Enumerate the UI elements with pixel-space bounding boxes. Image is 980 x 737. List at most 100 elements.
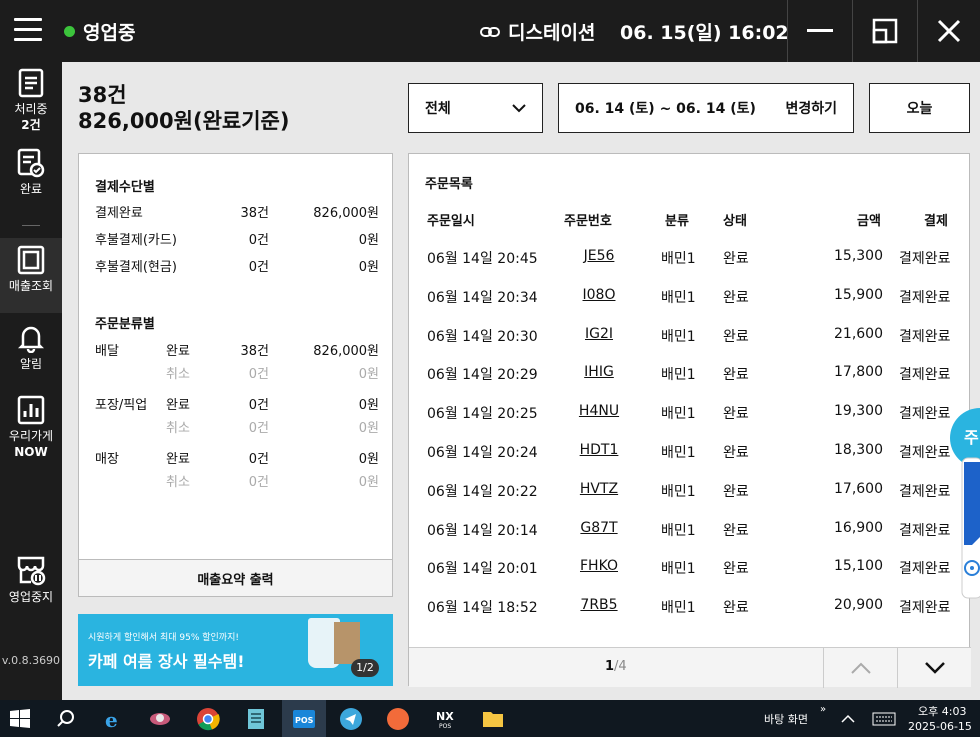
clock-date[interactable]: 2025-06-15	[908, 720, 972, 733]
sales-summary-panel: 결제수단별 결제완료 38건 826,000원 후불결제(카드) 0건 0원 후불결제(…	[78, 153, 393, 597]
pos-app-active[interactable]: POS	[282, 700, 326, 737]
sidebar-item-label: 매출조회	[8, 279, 54, 293]
chevron-double-right-icon[interactable]: »	[820, 704, 826, 715]
chevron-up-icon	[850, 662, 871, 674]
order-type: 배민1	[661, 522, 696, 539]
keyboard-icon[interactable]	[872, 712, 896, 726]
sidebar: 처리중 2건 완료 매출조회 알림 우리가게 NOW 영업중지 v.0.8.36…	[0, 62, 62, 700]
remote-app-icon[interactable]	[148, 707, 172, 731]
title-bar: 영업중 디스테이션 06. 15(일) 16:02	[0, 0, 980, 62]
sidebar-item-processing[interactable]: 처리중 2건	[0, 68, 62, 133]
ledger-icon	[17, 245, 45, 275]
order-number-link[interactable]: H4NU	[579, 403, 619, 419]
order-row[interactable]: 06월 14일 20:30 IG2I 배민1 완료 21,600 결제완료	[409, 326, 971, 348]
payment-section-title: 결제수단별	[95, 180, 155, 195]
summary-count: 38건	[78, 83, 127, 107]
summary-amount: 826,000원(완료기준)	[78, 109, 290, 133]
svg-text:e: e	[105, 708, 118, 731]
order-row[interactable]: 06월 14일 20:22 HVTZ 배민1 완료 17,600 결제완료	[409, 481, 971, 503]
promo-banner[interactable]: 시원하게 할인해서 최대 95% 할인까지! 카페 여름 장사 필수템! 1/2	[78, 614, 393, 686]
page-up-button[interactable]	[823, 648, 897, 688]
banner-page-indicator: 1/2	[351, 659, 379, 677]
store-status[interactable]: 영업중	[64, 18, 135, 45]
order-payment: 결제완료	[899, 522, 951, 539]
order-row[interactable]: 06월 14일 20:14 G87T 배민1 완료 16,900 결제완료	[409, 520, 971, 542]
order-row[interactable]: 06월 14일 20:45 JE56 배민1 완료 15,300 결제완료	[409, 248, 971, 270]
folder-icon[interactable]	[481, 707, 505, 731]
sidebar-item-completed[interactable]: 완료	[0, 148, 62, 197]
svg-text:POS: POS	[439, 723, 451, 730]
order-payment: 결제완료	[899, 445, 951, 461]
order-row[interactable]: 06월 14일 20:01 FHKO 배민1 완료 15,100 결제완료	[409, 558, 971, 580]
order-datetime: 06월 14일 20:29	[427, 367, 538, 384]
order-payment: 결제완료	[899, 367, 951, 384]
sidebar-item-pause[interactable]: 영업중지	[0, 554, 62, 605]
order-type: 배민1	[661, 600, 696, 617]
sales-view: 38건 826,000원(완료기준) 전체 06. 14 (토) ~ 06. 1…	[62, 62, 980, 700]
chevron-up-icon[interactable]	[840, 711, 856, 727]
order-number-link[interactable]: G87T	[580, 520, 617, 536]
sidebar-item-store-now[interactable]: 우리가게 NOW	[0, 395, 62, 460]
order-datetime: 06월 14일 20:34	[427, 289, 538, 306]
order-number-link[interactable]: IHIG	[584, 364, 614, 380]
order-type: 배민1	[661, 445, 696, 461]
order-datetime: 06월 14일 20:24	[427, 445, 538, 461]
order-type: 배민1	[661, 251, 696, 267]
order-row[interactable]: 06월 14일 20:34 I08O 배민1 완료 15,900 결제완료	[409, 287, 971, 309]
order-number-link[interactable]: 7RB5	[580, 597, 617, 613]
order-payment: 결제완료	[899, 483, 951, 500]
order-number-link[interactable]: JE56	[584, 248, 615, 264]
version-label: v.0.8.3690	[1, 654, 61, 667]
order-number-link[interactable]: IG2I	[585, 326, 613, 342]
notepad-icon[interactable]	[244, 707, 268, 731]
order-type-dropdown[interactable]: 전체	[408, 83, 543, 133]
order-number-link[interactable]: I08O	[583, 287, 616, 303]
change-date-button[interactable]: 변경하기	[785, 98, 837, 118]
today-button[interactable]: 오늘	[869, 83, 970, 133]
desktop-label[interactable]: 바탕 화면	[764, 711, 808, 727]
sidebar-item-sales[interactable]: 매출조회	[0, 238, 62, 313]
restore-button[interactable]	[852, 0, 917, 62]
order-payment: 결제완료	[899, 600, 951, 617]
pos-icon: POS	[293, 710, 315, 728]
order-datetime: 06월 14일 20:30	[427, 328, 538, 345]
page-down-button[interactable]	[897, 648, 971, 688]
order-row[interactable]: 06월 14일 20:25 H4NU 배민1 완료 19,300 결제완료	[409, 403, 971, 425]
search-icon[interactable]	[54, 707, 78, 731]
order-row[interactable]: 06월 14일 20:29 IHIG 배민1 완료 17,800 결제완료	[409, 364, 971, 386]
order-amount: 17,600	[834, 480, 883, 497]
order-status: 완료	[723, 406, 749, 423]
internet-explorer-icon[interactable]: e	[102, 707, 126, 731]
sidebar-item-notifications[interactable]: 알림	[0, 323, 62, 372]
chrome-icon[interactable]	[196, 707, 220, 731]
sidebar-item-label: 영업중지	[8, 590, 54, 604]
category-section-title: 주문분류별	[95, 317, 155, 332]
print-summary-button[interactable]: 매출요약 출력	[78, 559, 393, 597]
order-row[interactable]: 06월 14일 20:24 HDT1 배민1 완료 18,300 결제완료	[409, 442, 971, 464]
date-range-picker[interactable]: 06. 14 (토) ~ 06. 14 (토) 변경하기	[558, 83, 854, 133]
order-number-link[interactable]: HDT1	[580, 442, 619, 458]
category-row: 매장 완료 0건 0원	[95, 452, 379, 467]
orange-app-icon[interactable]	[386, 707, 410, 731]
menu-icon[interactable]	[14, 18, 42, 42]
minimize-icon	[807, 29, 833, 32]
clock-time[interactable]: 오후 4:03	[918, 703, 966, 719]
order-number-link[interactable]: FHKO	[580, 558, 618, 574]
telegram-icon[interactable]	[339, 707, 363, 731]
order-amount: 19,300	[834, 403, 883, 420]
minimize-button[interactable]	[787, 0, 852, 62]
store-name: 디스테이션	[480, 18, 595, 45]
bag-image	[334, 622, 360, 664]
bar-chart-icon	[17, 395, 45, 425]
order-type: 배민1	[661, 406, 696, 423]
order-number-link[interactable]: HVTZ	[580, 481, 618, 497]
dropdown-value: 전체	[425, 101, 451, 117]
nx-pos-icon[interactable]: NXPOS	[434, 707, 458, 731]
order-amount: 16,900	[834, 519, 883, 536]
order-row[interactable]: 06월 14일 18:52 7RB5 배민1 완료 20,900 결제완료	[409, 597, 971, 619]
windows-start-icon[interactable]	[8, 707, 32, 731]
close-button[interactable]	[917, 0, 980, 62]
floating-widget[interactable]: 주	[948, 400, 980, 605]
order-type: 배민1	[661, 483, 696, 500]
order-amount: 20,900	[834, 597, 883, 614]
